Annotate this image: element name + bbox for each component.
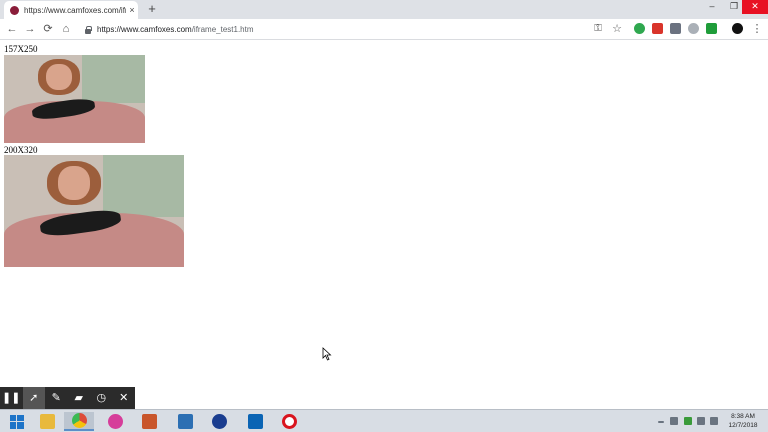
system-clock[interactable]: 8:38 AM 12/7/2018 xyxy=(726,412,760,430)
taskbar-chrome[interactable] xyxy=(64,412,94,431)
timer-button[interactable]: ◷ xyxy=(90,387,113,409)
taskbar-opera[interactable] xyxy=(274,412,304,431)
reload-button[interactable]: ⟳ xyxy=(41,22,55,36)
taskbar-app-edge[interactable] xyxy=(204,412,234,431)
folder-icon xyxy=(39,414,55,429)
lock-icon xyxy=(84,25,92,34)
home-button[interactable]: ⌂ xyxy=(59,22,73,36)
tray-wifi-icon[interactable] xyxy=(697,417,705,425)
tray-check-icon[interactable] xyxy=(684,417,692,425)
tools-icon xyxy=(141,414,157,429)
menu-kebab-icon[interactable]: ⋮ xyxy=(750,22,764,36)
taskbar-app-tools[interactable] xyxy=(134,412,164,431)
tray-chevron-icon[interactable] xyxy=(658,421,664,423)
clock-date: 12/7/2018 xyxy=(728,422,758,429)
browser-titlebar: https://www.camfoxes.com/ifram × + – ❐ ✕ xyxy=(0,0,768,19)
opera-icon xyxy=(281,414,297,429)
new-tab-button[interactable]: + xyxy=(145,2,159,16)
app-edge-icon xyxy=(211,414,227,429)
back-button[interactable]: ← xyxy=(5,22,19,36)
close-toolbar-button[interactable]: ✕ xyxy=(113,387,136,409)
mouse-cursor-icon xyxy=(322,347,332,361)
tray-network-icon[interactable] xyxy=(670,417,678,425)
key-icon[interactable]: ⚿ xyxy=(591,22,605,36)
browser-toolbar: ← → ⟳ ⌂ https://www.camfoxes.com/iframe_… xyxy=(0,19,768,40)
windows-taskbar: 8:38 AM 12/7/2018 xyxy=(0,409,768,432)
pen-tool-button[interactable]: ✎ xyxy=(45,387,68,409)
extension-red-icon[interactable] xyxy=(652,23,663,34)
extension-gray-icon[interactable] xyxy=(670,23,681,34)
url-path: /iframe_test1.htm xyxy=(191,25,254,34)
browser-tab[interactable]: https://www.camfoxes.com/ifram × xyxy=(4,1,138,19)
tab-close-icon[interactable]: × xyxy=(126,5,138,15)
url-host: https://www.camfoxes.com xyxy=(97,25,192,34)
tray-volume-icon[interactable] xyxy=(710,417,718,425)
frame1-label: 157X250 xyxy=(4,44,38,54)
pause-button[interactable]: ❚❚ xyxy=(0,387,23,409)
minimize-button[interactable]: – xyxy=(701,0,723,14)
taskbar-outlook[interactable] xyxy=(240,412,270,431)
annotation-toolbar: ❚❚ ➚ ✎ ▰ ◷ ✕ xyxy=(0,387,135,409)
iframe-large[interactable] xyxy=(4,155,184,267)
start-button[interactable] xyxy=(2,412,32,431)
chrome-icon xyxy=(71,413,87,428)
extension-green-icon[interactable] xyxy=(634,23,645,34)
outlook-icon xyxy=(247,414,263,429)
profile-avatar[interactable] xyxy=(732,23,743,34)
page-content: 157X250 200X320 xyxy=(0,41,768,387)
clock-time: 8:38 AM xyxy=(731,413,755,420)
eraser-tool-button[interactable]: ▰ xyxy=(68,387,91,409)
shield-icon xyxy=(177,414,193,429)
tab-title: https://www.camfoxes.com/ifram xyxy=(24,5,126,15)
pointer-tool-button[interactable]: ➚ xyxy=(22,387,45,409)
frame2-label: 200X320 xyxy=(4,145,38,155)
address-bar[interactable]: https://www.camfoxes.com/iframe_test1.ht… xyxy=(78,21,623,38)
site-favicon-icon xyxy=(10,5,19,15)
taskbar-app-shield[interactable] xyxy=(170,412,200,431)
taskbar-file-explorer[interactable] xyxy=(32,412,62,431)
extension-check-icon[interactable] xyxy=(706,23,717,34)
app-pink-icon xyxy=(107,414,123,429)
taskbar-app-pink[interactable] xyxy=(100,412,130,431)
forward-button[interactable]: → xyxy=(23,22,37,36)
iframe-small[interactable] xyxy=(4,55,145,143)
extension-circle-icon[interactable] xyxy=(688,23,699,34)
bookmark-star-icon[interactable]: ☆ xyxy=(610,22,624,36)
windows-logo-icon xyxy=(10,414,24,429)
close-window-button[interactable]: ✕ xyxy=(742,0,768,14)
